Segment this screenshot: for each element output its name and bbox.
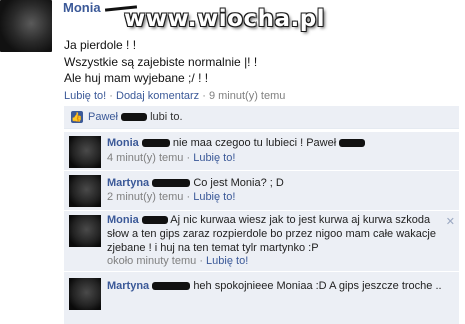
comment-text-line-2: słow a ten gips zaraz rozpierdole bo prz… [107,228,436,240]
comment-meta: około minuty temu · Lubię to! [107,255,249,267]
post-line-2: Wszystkie są zajebiste normalnie |! ! [64,55,258,69]
watermark: www.wiocha.pl [124,6,326,32]
comment-text: Martyna Co jest Monia? ; D [107,177,284,189]
comment-like-link[interactable]: Lubię to! [193,191,235,203]
post-line-1: Ja pierdole ! ! [64,38,137,52]
comment-text-line-3: zjebane ! i huj na ten temat tylr martyn… [107,242,319,254]
add-comment-link[interactable]: Dodaj komentarz [116,90,199,102]
comment-text: Martyna heh spokojnieee Moniaa :D A gips… [107,280,442,292]
likes-bar: 👍 Paweł lubi to. [64,106,459,129]
commenter-avatar[interactable] [69,175,101,207]
comment: Monia nie maa czegoo tu lubieci ! Paweł … [64,131,459,170]
comment: Martyna heh spokojnieee Moniaa :D A gips… [64,271,459,324]
comment-like-link[interactable]: Lubię to! [193,152,235,164]
redaction-scribble [121,113,148,122]
comment-meta: 2 minut(y) temu · Lubię to! [107,191,236,203]
comment-meta: 4 minut(y) temu · Lubię to! [107,152,236,164]
post-meta: Lubię to! · Dodaj komentarz · 9 minut(y)… [64,90,286,102]
close-icon[interactable]: ✕ [446,215,455,228]
post-line-3: Ale huj mam wyjebane ;/ ! ! [64,71,209,85]
comment-text: Monia nie maa czegoo tu lubieci ! Paweł [107,136,366,150]
commenter-avatar[interactable] [69,215,101,247]
post-time[interactable]: 9 minut(y) temu [209,90,285,102]
liker-name[interactable]: Paweł [88,111,118,123]
commenter-avatar[interactable] [69,136,101,168]
likes-text: Paweł lubi to. [88,111,183,123]
commenter-avatar[interactable] [69,278,101,310]
comment: Monia Aj nic kurwaa wiesz jak to jest ku… [64,210,459,271]
comment-like-link[interactable]: Lubię to! [206,255,248,267]
author-avatar[interactable] [0,0,52,52]
comment: Martyna Co jest Monia? ; D 2 minut(y) te… [64,170,459,210]
comment-text: Monia Aj nic kurwaa wiesz jak to jest ku… [107,214,431,226]
like-link[interactable]: Lubię to! [64,90,106,102]
thumbs-up-icon: 👍 [71,111,83,123]
